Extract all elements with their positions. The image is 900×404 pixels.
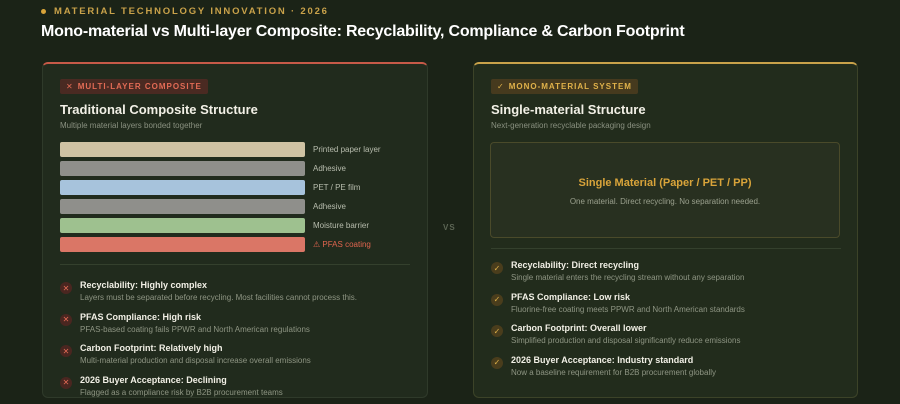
feature-desc: Flagged as a compliance risk by B2B proc… (80, 387, 283, 397)
mono-material-badge: ✓ MONO-MATERIAL SYSTEM (491, 79, 638, 94)
single-material-title: Single Material (Paper / PET / PP) (578, 177, 752, 189)
feature-title: Recyclability: Direct recycling (511, 260, 640, 270)
x-icon: ✕ (60, 282, 72, 294)
feature-desc: Multi-material production and disposal i… (80, 356, 311, 365)
divider (491, 248, 841, 249)
multi-layer-panel: ✕ MULTI-LAYER COMPOSITE Traditional Comp… (42, 62, 428, 398)
single-material-box: Single Material (Paper / PET / PP) One m… (490, 142, 840, 238)
single-material-desc: One material. Direct recycling. No separ… (569, 197, 761, 206)
list-item: ✕ Carbon Footprint: Relatively high Mult… (60, 343, 357, 375)
x-icon: ✕ (60, 313, 72, 326)
feature-title: PFAS Compliance: Low risk (511, 291, 631, 302)
feature-list: ✕ Recyclability: Highly complex Layers m… (60, 280, 357, 398)
feature-title: Carbon Footprint: Overall lower (511, 323, 647, 333)
list-item: ✕ Recyclability: Highly complex Layers m… (60, 280, 357, 312)
layer-bar (60, 180, 305, 195)
layer-bar (60, 237, 305, 252)
feature-desc: Now a baseline requirement for B2B procu… (511, 367, 716, 377)
check-icon: ✓ (491, 262, 503, 274)
multi-layer-badge: ✕ MULTI-LAYER COMPOSITE (60, 79, 208, 94)
bullet-dot-icon (41, 9, 46, 14)
list-item: ✕ PFAS Compliance: High risk PFAS-based … (60, 312, 357, 344)
list-item: ✓ PFAS Compliance: Low risk Fluorine-fre… (491, 292, 745, 324)
list-item: ✓ 2026 Buyer Acceptance: Industry standa… (491, 355, 745, 387)
feature-desc: Layers must be separated before recyclin… (80, 293, 358, 302)
check-icon: ✓ (491, 293, 503, 306)
layer-label: Adhesive (313, 164, 346, 173)
panel-subtitle: Multiple material layers bonded together (60, 121, 203, 130)
page-title: Mono-material vs Multi-layer Composite: … (41, 23, 685, 40)
pfas-warning-label: ⚠ PFAS coating (313, 240, 371, 249)
feature-desc: PFAS-based coating fails PPWR and North … (80, 324, 310, 334)
list-item: ✓ Recyclability: Direct recycling Single… (491, 260, 745, 292)
eyebrow: MATERIAL TECHNOLOGY INNOVATION · 2026 (41, 6, 329, 17)
x-icon: ✕ (66, 82, 74, 91)
layer-label: PET / PE film (313, 183, 361, 192)
check-icon: ✓ (491, 325, 503, 337)
vs-label: VS (443, 223, 456, 232)
feature-title: Recyclability: Highly complex (80, 280, 208, 290)
check-icon: ✓ (497, 82, 505, 91)
feature-title: 2026 Buyer Acceptance: Industry standard (511, 354, 694, 365)
mono-material-panel: ✓ MONO-MATERIAL SYSTEM Single-material S… (473, 62, 858, 398)
panel-title: Traditional Composite Structure (60, 102, 258, 117)
list-item: ✕ 2026 Buyer Acceptance: Declining Flagg… (60, 374, 357, 398)
layer-label: Adhesive (313, 202, 346, 211)
feature-desc: Fluorine-free coating meets PPWR and Nor… (511, 304, 745, 314)
feature-list: ✓ Recyclability: Direct recycling Single… (491, 260, 745, 386)
check-icon: ✓ (491, 356, 503, 369)
eyebrow-text: MATERIAL TECHNOLOGY INNOVATION · 2026 (54, 6, 329, 17)
layer-bar (60, 161, 305, 176)
badge-label: MULTI-LAYER COMPOSITE (77, 82, 202, 91)
layer-label: Printed paper layer (313, 145, 381, 154)
panel-subtitle: Next-generation recyclable packaging des… (491, 121, 651, 130)
layer-bar (60, 142, 305, 157)
feature-title: 2026 Buyer Acceptance: Declining (80, 374, 227, 385)
panel-title: Single-material Structure (491, 102, 646, 117)
feature-title: PFAS Compliance: High risk (80, 311, 202, 322)
feature-title: Carbon Footprint: Relatively high (80, 343, 223, 353)
divider (60, 264, 410, 265)
badge-label: MONO-MATERIAL SYSTEM (508, 82, 632, 91)
layer-label: Moisture barrier (313, 221, 370, 230)
x-icon: ✕ (60, 376, 72, 389)
feature-desc: Simplified production and disposal signi… (511, 336, 741, 345)
x-icon: ✕ (60, 345, 72, 357)
feature-desc: Single material enters the recycling str… (511, 273, 745, 282)
layer-bar (60, 199, 305, 214)
list-item: ✓ Carbon Footprint: Overall lower Simpli… (491, 323, 745, 355)
layer-bar (60, 218, 305, 233)
